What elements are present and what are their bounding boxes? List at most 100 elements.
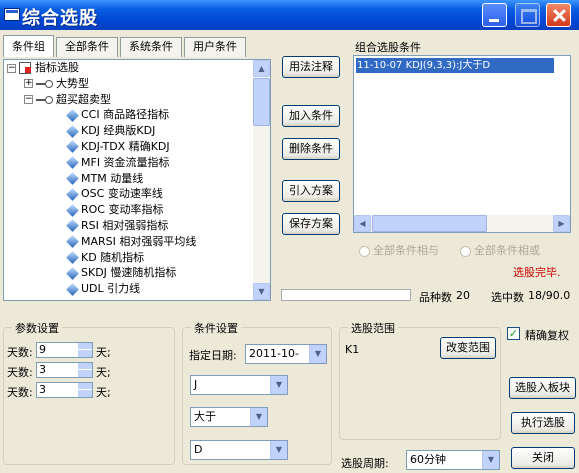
param-label-1: 天数: — [7, 346, 33, 359]
spinner-value: 9 — [39, 343, 46, 356]
status-done: 选股完毕. — [513, 266, 561, 279]
scroll-thumb[interactable] — [372, 215, 487, 232]
tab-system-conditions[interactable]: 系统条件 — [120, 37, 182, 57]
radio-circle — [460, 245, 471, 257]
param-unit-1: 天; — [96, 346, 111, 359]
group-icon — [36, 79, 53, 88]
operator-select[interactable]: 大于 ▼ — [190, 407, 268, 427]
param-spinner-2[interactable]: 3 — [36, 362, 93, 378]
delete-condition-button[interactable]: 删除条件 — [282, 138, 340, 160]
tree-item-label: KD 随机指标 — [81, 250, 145, 264]
indicator-icon — [66, 140, 79, 154]
scroll-down-icon[interactable]: ▼ — [253, 283, 270, 300]
period-select[interactable]: 60分钟 ▼ — [406, 450, 500, 470]
add-to-block-button[interactable]: 选股入板块 — [509, 377, 576, 399]
conditions-hscrollbar[interactable]: ◀ ▶ — [354, 215, 570, 232]
date-picker[interactable]: 2011-10- ▼ — [245, 344, 327, 364]
tree-item-label: MARSI 相对强弱平均线 — [81, 234, 197, 248]
conditions-list[interactable]: 11-10-07 KDJ(9,3,3):J大于D ◀ ▶ — [353, 55, 571, 233]
save-plan-button[interactable]: 保存方案 — [282, 213, 340, 235]
minimize-button[interactable] — [482, 3, 507, 27]
right-operand-select[interactable]: D ▼ — [190, 440, 288, 460]
title-bar[interactable]: 综合选股 — [0, 0, 579, 30]
indicator-icon — [66, 266, 79, 280]
param-spinner-3[interactable]: 3 — [36, 382, 93, 398]
spinner-arrows-icon[interactable] — [78, 383, 92, 397]
expand-toggle[interactable]: + — [24, 79, 33, 89]
chevron-down-icon[interactable]: ▼ — [270, 441, 287, 459]
hits-value: 18/90.0 — [528, 289, 571, 302]
indicator-icon — [66, 203, 79, 217]
spinner-value: 3 — [39, 383, 46, 396]
tab-all-conditions[interactable]: 全部条件 — [56, 37, 118, 57]
tree-item[interactable]: ROC 变动率指标 — [4, 202, 270, 218]
chevron-down-icon[interactable]: ▼ — [250, 408, 267, 426]
indicator-icon — [66, 172, 79, 185]
left-operand-select[interactable]: J ▼ — [190, 375, 288, 395]
collapse-toggle[interactable]: − — [24, 95, 33, 105]
chevron-down-icon[interactable]: ▼ — [482, 451, 499, 469]
tree-group-trend[interactable]: + 大势型 — [4, 76, 270, 92]
usage-note-button[interactable]: 用法注释 — [282, 56, 340, 78]
param-spinner-1[interactable]: 9 — [36, 342, 93, 358]
or-radio-label: 全部条件相或 — [474, 244, 540, 257]
tree-root[interactable]: − 指标选股 — [4, 60, 270, 76]
tree-item[interactable]: KD 随机指标 — [4, 250, 270, 266]
tree-item[interactable]: MARSI 相对强弱平均线 — [4, 234, 270, 250]
tree-item[interactable]: CCI 商品路径指标 — [4, 107, 270, 123]
collapse-toggle[interactable]: − — [7, 63, 16, 73]
tree-item-label: MTM 动量线 — [81, 171, 144, 185]
tab-condition-group[interactable]: 条件组 — [3, 35, 54, 57]
maximize-button[interactable] — [515, 3, 540, 27]
category-tabs: 条件组 全部条件 系统条件 用户条件 — [3, 35, 248, 57]
or-radio[interactable]: 全部条件相或 — [460, 242, 540, 258]
period-value: 60分钟 — [410, 453, 446, 466]
tree-item[interactable]: KDJ 经典版KDJ — [4, 123, 270, 139]
tree-root-label: 指标选股 — [35, 61, 79, 74]
param-label-3: 天数: — [7, 386, 33, 399]
scroll-left-icon[interactable]: ◀ — [354, 215, 371, 232]
scroll-up-icon[interactable]: ▲ — [253, 60, 270, 77]
import-plan-button[interactable]: 引入方案 — [282, 180, 340, 202]
tree-item[interactable]: OSC 变动速率线 — [4, 186, 270, 202]
spinner-arrows-icon[interactable] — [78, 363, 92, 377]
indicator-icon — [66, 188, 79, 201]
scroll-right-icon[interactable]: ▶ — [553, 215, 570, 232]
indicator-tree[interactable]: − 指标选股 + 大势型 − 超买超卖型 CCI 商品路径指标 KDJ 经典版KDJ … — [3, 59, 271, 301]
chevron-down-icon[interactable]: ▼ — [270, 376, 287, 394]
tree-item[interactable]: MFI 资金流量指标 — [4, 155, 270, 171]
change-range-button[interactable]: 改变范围 — [440, 337, 496, 359]
tree-item-label: OSC 变动速率线 — [81, 187, 163, 201]
tab-user-conditions[interactable]: 用户条件 — [184, 37, 246, 57]
condition-item[interactable]: 11-10-07 KDJ(9,3,3):J大于D — [356, 58, 554, 73]
stock-screener-window: 综合选股 条件组 全部条件 系统条件 用户条件 − 指标选股 + 大势型 − 超买超卖… — [0, 0, 579, 473]
scope-value: K1 — [345, 343, 360, 356]
scope-group-title: 选股范围 — [348, 320, 398, 336]
close-button[interactable]: 关闭 — [511, 447, 575, 469]
spinner-arrows-icon[interactable] — [78, 343, 92, 357]
close-window-button[interactable] — [546, 3, 571, 27]
tree-item[interactable]: RSI 相对强弱指标 — [4, 218, 270, 234]
and-radio[interactable]: 全部条件相与 — [359, 242, 439, 258]
execute-screen-button[interactable]: 执行选股 — [511, 412, 575, 434]
tree-item[interactable]: MTM 动量线 — [4, 171, 270, 187]
tree-item[interactable]: SKDJ 慢速随机指标 — [4, 265, 270, 281]
tree-item[interactable]: KDJ-TDX 精确KDJ — [4, 139, 270, 155]
date-label: 指定日期: — [189, 349, 237, 362]
tree-item[interactable]: UDL 引力线 — [4, 281, 270, 297]
window-title: 综合选股 — [22, 8, 98, 29]
tree-item-label: MFI 资金流量指标 — [81, 155, 170, 169]
add-condition-button[interactable]: 加入条件 — [282, 105, 340, 127]
left-operand-value: J — [194, 378, 198, 391]
progress-bar — [281, 289, 411, 301]
chevron-down-icon[interactable]: ▼ — [309, 345, 326, 363]
indicator-icon — [66, 251, 79, 264]
right-operand-value: D — [194, 443, 203, 456]
params-group-title: 参数设置 — [12, 320, 62, 336]
operator-value: 大于 — [194, 410, 216, 423]
param-unit-3: 天; — [96, 386, 111, 399]
tree-group-overbought[interactable]: − 超买超卖型 — [4, 92, 270, 108]
tree-scrollbar[interactable]: ▲ ▼ — [253, 60, 270, 300]
scroll-thumb[interactable] — [253, 78, 270, 126]
precise-restore-checkbox[interactable]: ✓ — [507, 327, 520, 340]
